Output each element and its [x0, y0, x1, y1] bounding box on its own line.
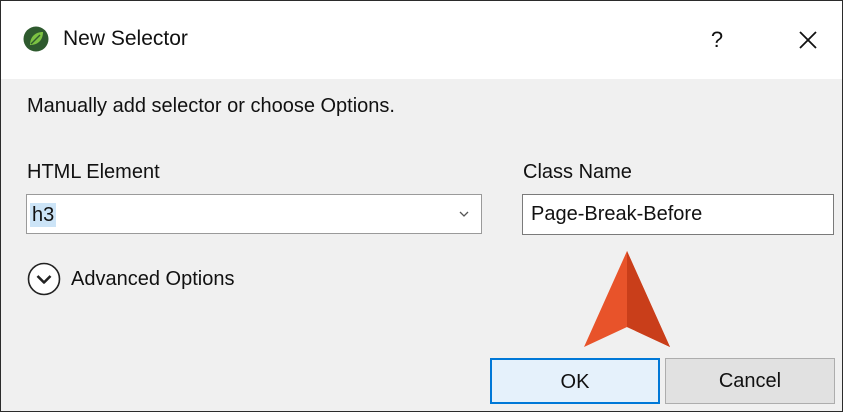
- cancel-button[interactable]: Cancel: [665, 358, 835, 404]
- help-button[interactable]: ?: [687, 15, 747, 65]
- app-leaf-icon: [23, 26, 49, 52]
- title-bar: New Selector ?: [1, 1, 842, 79]
- pointer-arrow-icon: [584, 251, 670, 347]
- advanced-options-toggle[interactable]: Advanced Options: [27, 261, 234, 297]
- class-name-label: Class Name: [523, 161, 632, 183]
- html-element-label: HTML Element: [27, 161, 160, 183]
- chevron-down-circle-icon: [27, 262, 61, 296]
- html-element-select[interactable]: h3: [26, 194, 482, 234]
- chevron-down-icon: [459, 211, 469, 217]
- class-name-input[interactable]: [522, 194, 834, 235]
- close-button[interactable]: [783, 15, 833, 65]
- new-selector-dialog: New Selector ? Manually add selector or …: [0, 0, 843, 412]
- html-element-value: h3: [30, 203, 57, 227]
- instruction-text: Manually add selector or choose Options.: [27, 95, 395, 117]
- dialog-title: New Selector: [63, 27, 188, 50]
- advanced-options-label: Advanced Options: [71, 268, 235, 290]
- ok-button[interactable]: OK: [490, 358, 660, 404]
- close-icon: [799, 31, 817, 49]
